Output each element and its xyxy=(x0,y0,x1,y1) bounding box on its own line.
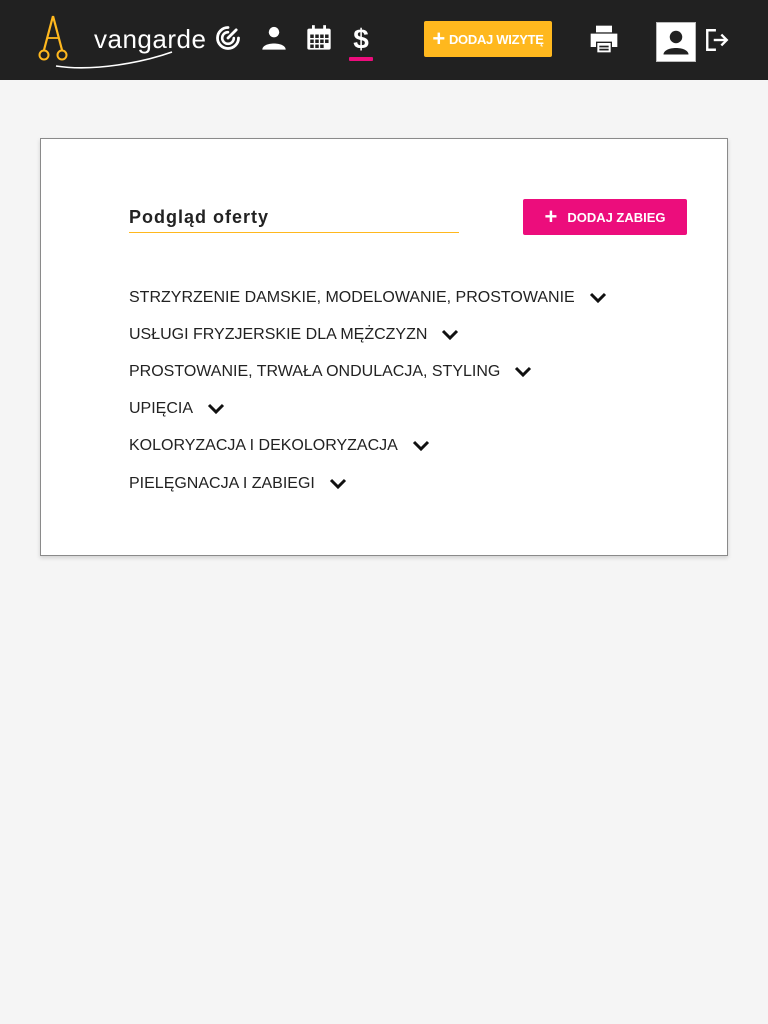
chevron-down-icon[interactable] xyxy=(441,329,459,341)
category-label: USŁUGI FRYZJERSKIE DLA MĘŻCZYZN xyxy=(129,325,428,343)
category-item[interactable]: STRZYRZENIE DAMSKIE, MODELOWANIE, PROSTO… xyxy=(129,279,607,316)
category-label: UPIĘCIA xyxy=(129,400,194,418)
logo[interactable]: vangarde xyxy=(38,14,206,70)
category-label: PROSTOWANIE, TRWAŁA ONDULACJA, STYLING xyxy=(129,362,501,380)
category-item[interactable]: PIELĘGNACJA I ZABIEGI xyxy=(129,465,607,502)
offer-card: Podgląd oferty + DODAJ ZABIEG STRZYRZENI… xyxy=(40,138,728,556)
chevron-down-icon[interactable] xyxy=(329,478,347,490)
top-navbar: vangarde $ + DODAJ WIZYTĘ xyxy=(0,0,768,80)
chevron-down-icon[interactable] xyxy=(589,292,607,304)
calendar-icon[interactable] xyxy=(305,24,333,52)
category-item[interactable]: PROSTOWANIE, TRWAŁA ONDULACJA, STYLING xyxy=(129,353,607,390)
printer-icon[interactable] xyxy=(588,23,620,55)
add-treatment-button[interactable]: + DODAJ ZABIEG xyxy=(523,199,687,235)
chevron-down-icon[interactable] xyxy=(207,403,225,415)
chevron-down-icon[interactable] xyxy=(412,440,430,452)
category-item[interactable]: USŁUGI FRYZJERSKIE DLA MĘŻCZYZN xyxy=(129,316,607,353)
chevron-down-icon[interactable] xyxy=(514,366,532,378)
plus-icon: + xyxy=(544,204,558,229)
category-label: KOLORYZACJA I DEKOLORYZACJA xyxy=(129,437,398,455)
add-visit-label: DODAJ WIZYTĘ xyxy=(448,31,544,47)
person-icon[interactable] xyxy=(260,24,288,52)
logout-icon[interactable] xyxy=(704,27,730,53)
page-title: Podgląd oferty xyxy=(129,207,459,233)
logo-swoosh xyxy=(55,51,173,69)
category-label: PIELĘGNACJA I ZABIEGI xyxy=(129,474,315,492)
category-item[interactable]: KOLORYZACJA I DEKOLORYZACJA xyxy=(129,428,607,465)
account-box-icon[interactable] xyxy=(656,22,696,62)
category-list: STRZYRZENIE DAMSKIE, MODELOWANIE, PROSTO… xyxy=(129,279,607,502)
plus-icon: + xyxy=(432,26,445,51)
add-visit-button[interactable]: + DODAJ WIZYTĘ xyxy=(424,21,552,57)
active-tab-indicator xyxy=(349,57,373,61)
dollar-icon[interactable]: $ xyxy=(347,24,375,52)
speedometer-icon[interactable] xyxy=(214,24,242,52)
svg-text:$: $ xyxy=(353,24,369,52)
category-item[interactable]: UPIĘCIA xyxy=(129,391,607,428)
category-label: STRZYRZENIE DAMSKIE, MODELOWANIE, PROSTO… xyxy=(129,288,575,306)
add-treatment-label: DODAJ ZABIEG xyxy=(567,209,666,225)
